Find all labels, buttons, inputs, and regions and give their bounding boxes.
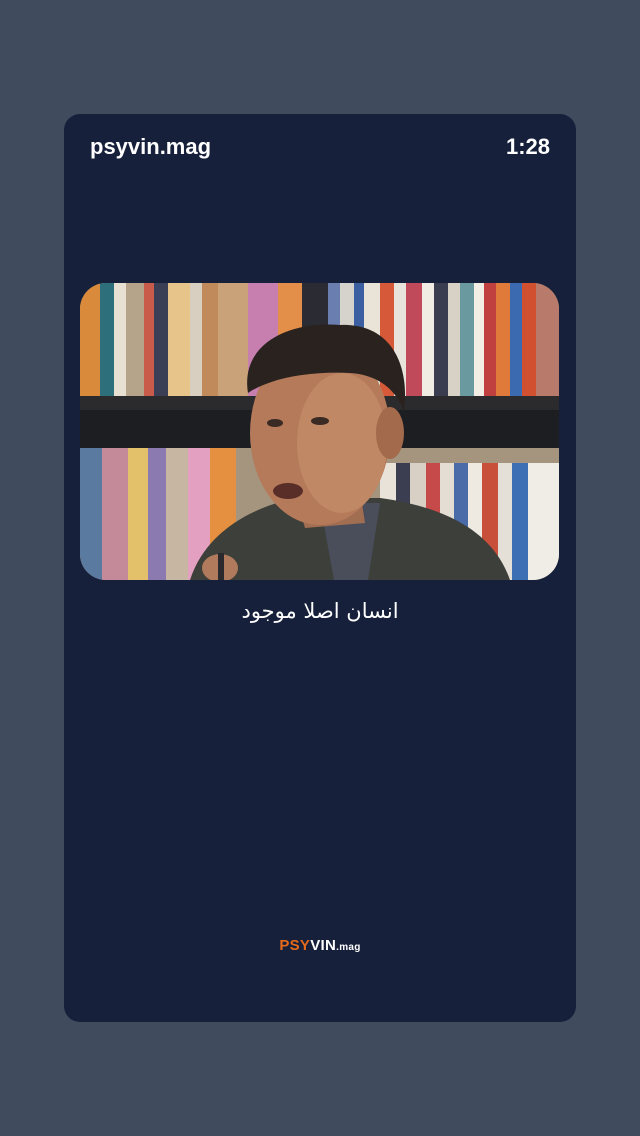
brand-logo: PSYVIN.mag: [64, 937, 576, 954]
video-thumbnail[interactable]: [80, 283, 559, 580]
logo-mag: .mag: [336, 942, 361, 953]
account-handle[interactable]: psyvin.mag: [90, 134, 211, 160]
logo-psy: PSY: [279, 937, 311, 954]
story-card: psyvin.mag 1:28 انسان اصلا موجود PSYVIN.…: [64, 114, 576, 1022]
logo-vin: VIN: [310, 937, 337, 954]
video-duration: 1:28: [505, 134, 550, 159]
video-frame-image: [80, 283, 559, 580]
video-caption: انسان اصلا موجود: [241, 599, 399, 623]
